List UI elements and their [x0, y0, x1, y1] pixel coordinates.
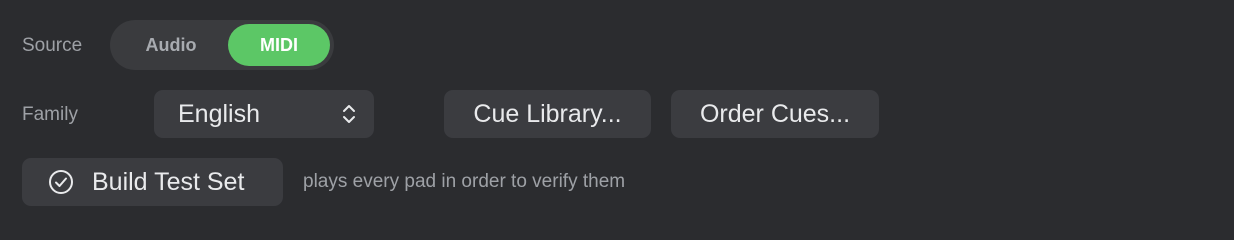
cue-library-label: Cue Library...: [473, 99, 622, 128]
build-hint-text: plays every pad in order to verify them: [303, 171, 626, 192]
order-cues-button[interactable]: Order Cues...: [671, 90, 879, 138]
build-test-set-label: Build Test Set: [92, 167, 245, 196]
family-label: Family: [22, 104, 78, 125]
family-select-value: English: [178, 99, 260, 128]
cue-library-button[interactable]: Cue Library...: [444, 90, 651, 138]
source-option-midi[interactable]: MIDI: [228, 24, 330, 66]
source-segmented-control: Audio MIDI: [110, 20, 334, 70]
checkmark-circle-icon: [48, 169, 74, 195]
settings-panel: Source Audio MIDI Family English Cue Lib…: [0, 0, 1234, 220]
order-cues-label: Order Cues...: [699, 99, 851, 128]
chevron-up-down-icon: [342, 103, 356, 125]
build-test-set-button[interactable]: Build Test Set: [22, 158, 283, 206]
source-option-audio[interactable]: Audio: [114, 24, 228, 66]
family-select[interactable]: English: [154, 90, 374, 138]
source-label: Source: [22, 35, 83, 56]
